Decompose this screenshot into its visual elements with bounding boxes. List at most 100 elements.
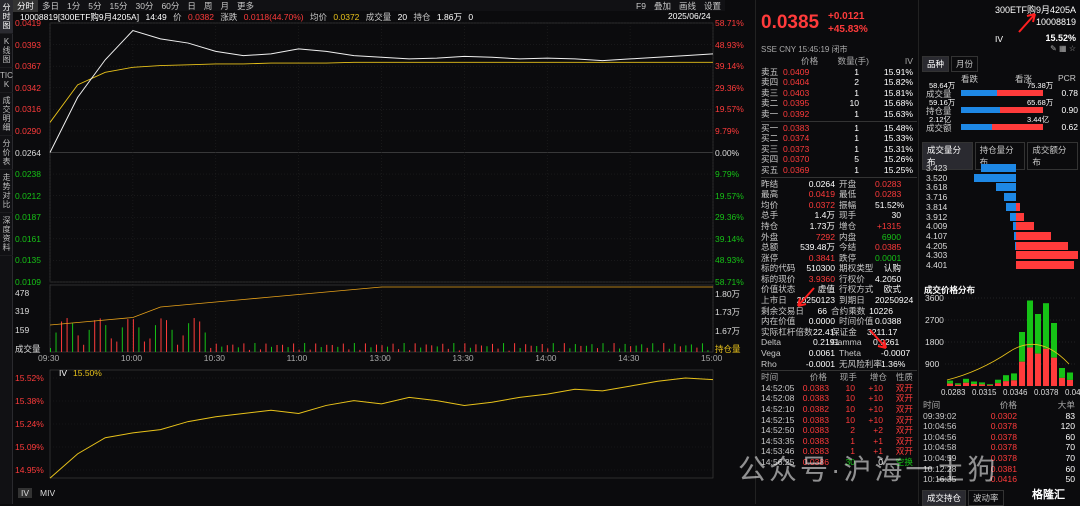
cell: +10 bbox=[868, 404, 883, 414]
price-tick-right: 9.79% bbox=[715, 169, 740, 180]
stat-row: 最高 0.0419 最低 0.0283 bbox=[761, 189, 917, 200]
cell: +10 bbox=[868, 393, 883, 404]
price-tick-left: 0.0316 bbox=[15, 104, 41, 115]
vol-tick-left: 159 bbox=[15, 324, 30, 335]
pcr-value: 0.78 bbox=[1061, 88, 1078, 98]
volume-bar bbox=[160, 318, 162, 352]
pcr-call-bar bbox=[992, 124, 1043, 130]
big-order-row: 10:04:56 0.0378 120 bbox=[923, 421, 1079, 432]
grid-icon[interactable]: ▦ bbox=[1059, 44, 1067, 53]
iv-line bbox=[49, 377, 714, 479]
cell: 双开 bbox=[895, 404, 913, 414]
volume-bar bbox=[342, 343, 344, 352]
iv-bottom-tab-0[interactable]: IV bbox=[18, 488, 33, 498]
price-dist-bar bbox=[955, 383, 961, 385]
stat-row: 标的代码 510300 期权类型 认购 bbox=[761, 263, 917, 274]
pcr-value: 0.62 bbox=[1061, 122, 1078, 132]
cell: 0.0383 bbox=[783, 122, 810, 133]
cell: +10 bbox=[868, 414, 883, 425]
volume-bar bbox=[574, 344, 576, 352]
volume-bar bbox=[121, 327, 123, 352]
star-icon[interactable]: ☆ bbox=[1069, 44, 1076, 53]
price-tick-left: 0.0367 bbox=[15, 61, 41, 72]
cell: 时间 bbox=[923, 400, 941, 410]
volume-bar bbox=[55, 332, 57, 352]
bid-row: 买五 0.0369 1 15.25% bbox=[761, 165, 917, 176]
cell: 14:52:50 bbox=[761, 425, 795, 436]
cell: 50 bbox=[1065, 474, 1075, 485]
price-tick-left: 0.0393 bbox=[15, 39, 41, 50]
left-tab-4[interactable]: 分价表 bbox=[0, 136, 13, 170]
price-tick-left: 0.0290 bbox=[15, 125, 41, 136]
cell: 6900 bbox=[881, 231, 901, 242]
vol-tick-right: 持仓量 bbox=[715, 344, 741, 355]
cell: 双开 bbox=[895, 393, 913, 404]
cell: 14:52:10 bbox=[761, 404, 795, 414]
pcr-put-bar bbox=[961, 124, 993, 130]
volume-bar bbox=[99, 318, 101, 352]
volume-bar bbox=[177, 344, 179, 352]
volume-bar bbox=[663, 343, 665, 352]
volume-bar bbox=[569, 348, 571, 352]
strike-label: 4.303 bbox=[926, 250, 948, 261]
put-dist-bar bbox=[981, 164, 1016, 172]
volume-bar bbox=[265, 343, 267, 352]
volume-bar bbox=[492, 343, 493, 352]
pcr-tab-0[interactable]: 品种 bbox=[922, 56, 950, 72]
strike-label: 4.401 bbox=[926, 260, 948, 270]
volume-bar bbox=[282, 344, 284, 352]
dist-tab-2[interactable]: 成交额分布 bbox=[1027, 142, 1079, 170]
cell: 10 bbox=[845, 404, 855, 414]
volume-bar bbox=[287, 347, 289, 352]
cell: 最高 bbox=[761, 189, 779, 200]
pcr-call-bar bbox=[999, 107, 1043, 113]
left-tab-0[interactable]: 分时图 bbox=[0, 0, 13, 34]
volume-bar bbox=[442, 343, 444, 352]
price-dist-x: 0.0315 bbox=[972, 388, 997, 397]
cell: 卖四 bbox=[761, 77, 779, 88]
cell: 15.63% bbox=[883, 108, 913, 119]
call-dist-bar bbox=[1016, 251, 1078, 260]
put-dist-bar bbox=[1004, 193, 1016, 202]
cell: 开盘 bbox=[839, 178, 857, 189]
time-tick: 10:30 bbox=[203, 353, 226, 363]
left-tab-3[interactable]: 成交明细 bbox=[0, 93, 13, 136]
left-tab-6[interactable]: 深度资料 bbox=[0, 213, 13, 256]
pen-icon[interactable]: ✎ bbox=[1050, 44, 1057, 53]
cell: 15.91% bbox=[883, 66, 913, 77]
volume-bar bbox=[143, 341, 145, 352]
pcr-tab-1[interactable]: 月份 bbox=[951, 56, 979, 72]
ask-row: 卖五 0.0409 1 15.91% bbox=[761, 67, 917, 78]
left-tab-5[interactable]: 走势对比 bbox=[0, 170, 13, 213]
cell: +1315 bbox=[876, 220, 901, 231]
cell: 1.73万 bbox=[809, 220, 835, 231]
cell: 0.0369 bbox=[783, 164, 810, 175]
left-tab-2[interactable]: TICK bbox=[0, 68, 13, 93]
cell: 外盘 bbox=[761, 231, 779, 242]
price-dist-bar bbox=[971, 381, 977, 384]
volume-bar bbox=[226, 345, 228, 352]
red-arrow-icon bbox=[869, 329, 887, 349]
volume-bar bbox=[414, 343, 416, 352]
order-book: 价格 数量(手) IV 卖五 0.0409 1 15.91% 卖四 0.0404 2 15.82% 卖… bbox=[761, 56, 917, 468]
volume-bar bbox=[514, 343, 516, 352]
volume-bar bbox=[392, 343, 394, 352]
price-tick-left: 0.0109 bbox=[15, 277, 41, 287]
panel-icons[interactable]: ✎ ▦ ☆ bbox=[1050, 44, 1076, 53]
iv-tick: 15.38% bbox=[15, 396, 44, 406]
cell: 120 bbox=[1060, 421, 1075, 432]
volume-bar bbox=[591, 344, 593, 352]
pcr-call-bar bbox=[996, 90, 1043, 96]
volume-bar bbox=[199, 321, 201, 352]
iv-bottom-tab-1[interactable]: MIV bbox=[40, 488, 55, 498]
volume-bar bbox=[353, 343, 355, 352]
put-dist-bar bbox=[974, 173, 1016, 182]
volume-bar bbox=[541, 344, 543, 352]
price-tick-left: 0.0161 bbox=[15, 233, 41, 244]
intraday-chart[interactable] bbox=[13, 0, 755, 504]
iv-label: IV bbox=[995, 34, 1004, 44]
price-dist-x: 0.0283 bbox=[941, 388, 966, 397]
price-dist-bar bbox=[979, 384, 985, 386]
left-tab-1[interactable]: K线图 bbox=[0, 34, 13, 68]
price-dist-bar bbox=[963, 378, 969, 383]
